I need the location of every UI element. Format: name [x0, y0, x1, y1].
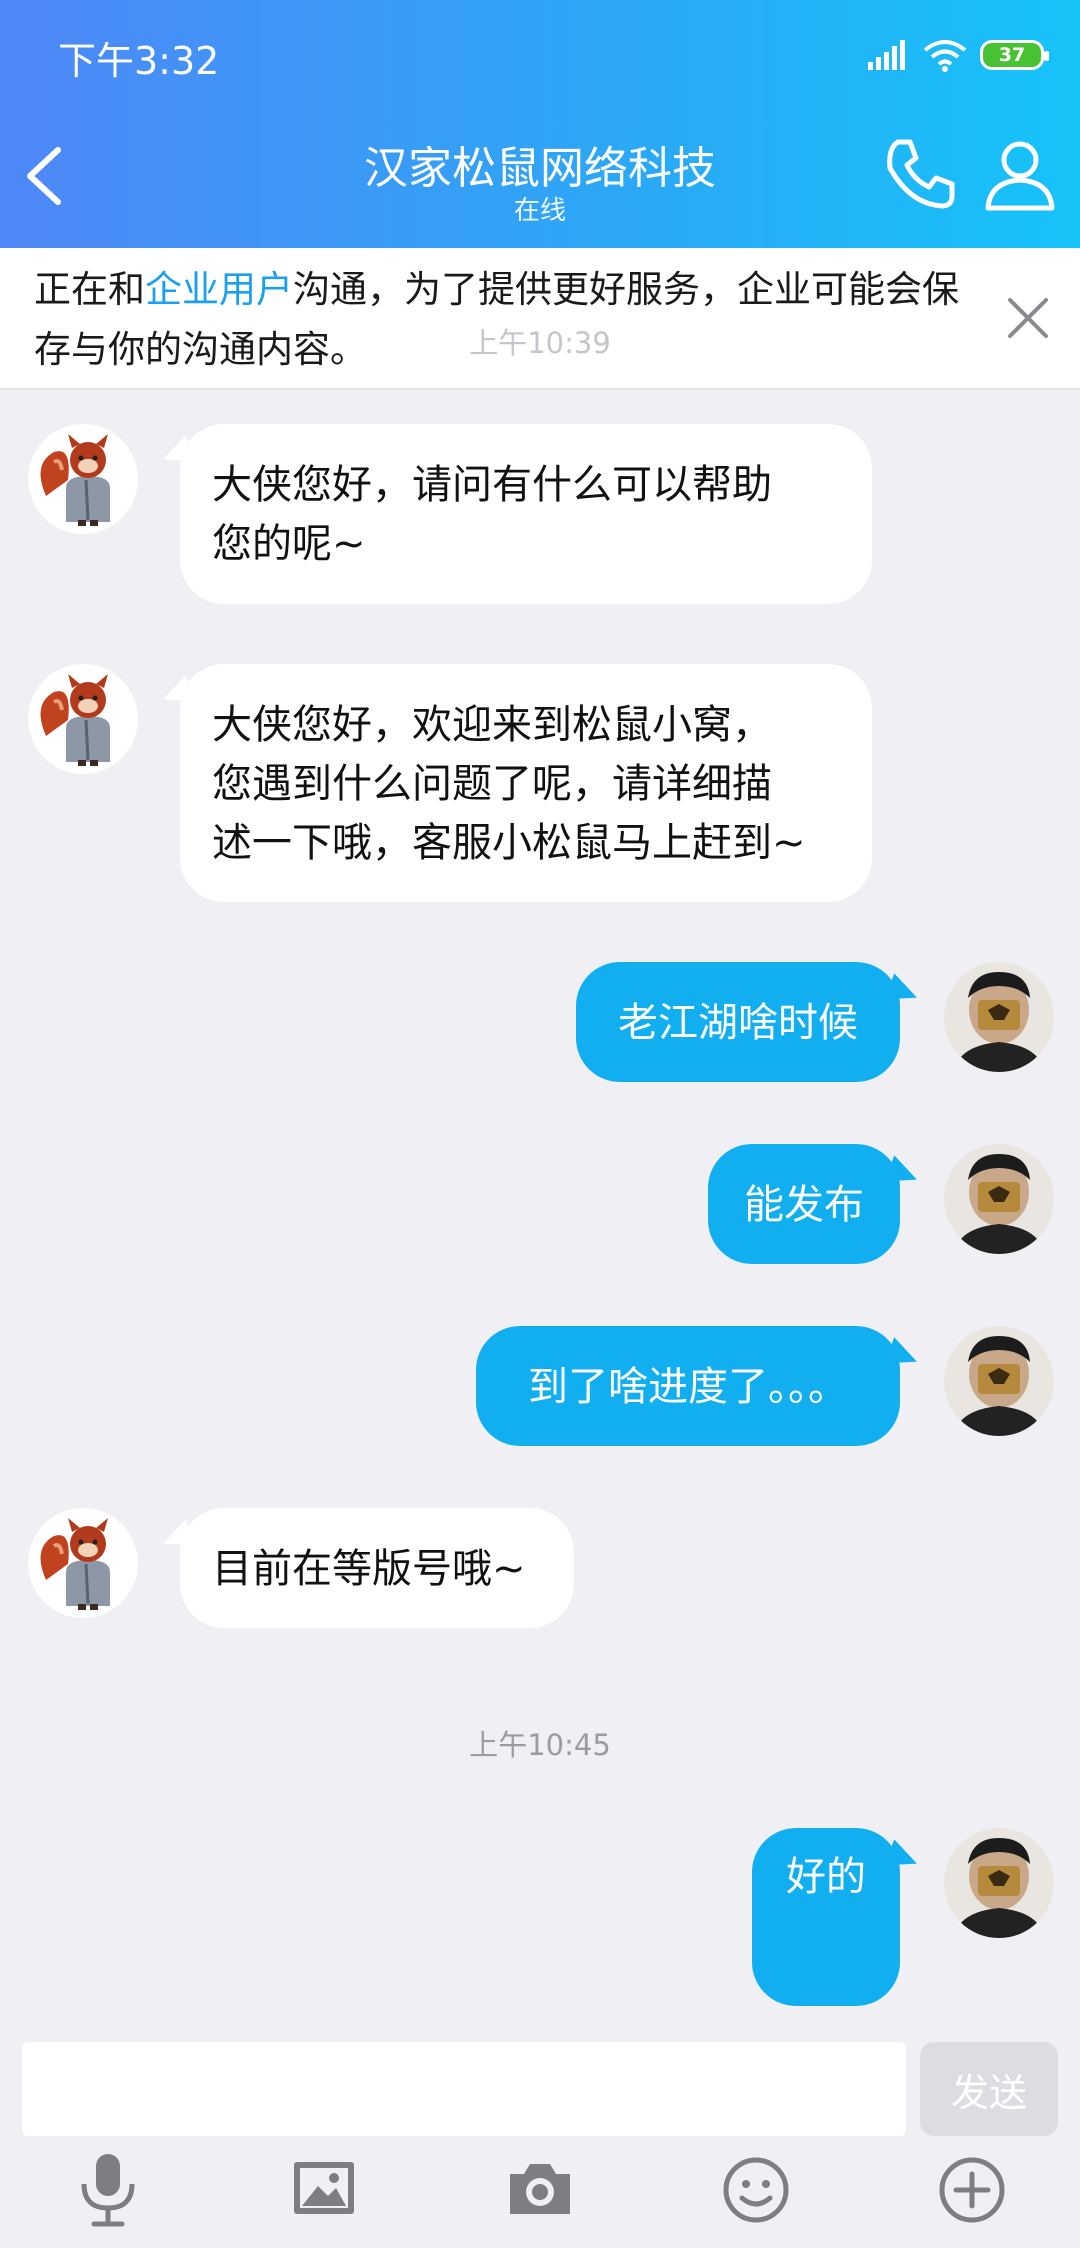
profile-icon[interactable]: [982, 136, 1058, 212]
enterprise-user-link[interactable]: 企业用户: [145, 268, 293, 311]
message-bubble-received[interactable]: 大侠您好，请问有什么可以帮助 您的呢~: [180, 424, 872, 604]
squirrel-mascot-icon: [28, 1508, 138, 1618]
user-photo-icon: [944, 1828, 1054, 1938]
status-time: 下午3:32: [58, 39, 220, 83]
message-input[interactable]: [22, 2042, 906, 2136]
send-button[interactable]: 发送: [920, 2042, 1058, 2136]
emoji-icon[interactable]: [716, 2150, 796, 2230]
user-avatar[interactable]: [944, 1326, 1054, 1436]
squirrel-avatar[interactable]: [28, 424, 138, 534]
camera-icon[interactable]: [500, 2150, 580, 2230]
user-avatar[interactable]: [944, 962, 1054, 1072]
message-bubble-sent[interactable]: 好的: [752, 1828, 900, 2006]
enterprise-notice: 正在和企业用户沟通，为了提供更好服务，企业可能会保存与你的沟通内容。: [0, 248, 1080, 390]
squirrel-mascot-icon: [28, 664, 138, 774]
message-bubble-received[interactable]: 目前在等版号哦~: [180, 1508, 574, 1628]
battery-indicator: 37: [980, 40, 1049, 70]
status-icons: 37: [868, 30, 1049, 80]
image-icon[interactable]: [284, 2150, 364, 2230]
close-icon[interactable]: [1000, 290, 1056, 346]
plus-icon[interactable]: [932, 2150, 1012, 2230]
user-avatar[interactable]: [944, 1144, 1054, 1254]
message-bubble-sent[interactable]: 老江湖啥时候: [576, 962, 900, 1082]
message-bubble-sent[interactable]: 到了啥进度了。。。: [476, 1326, 900, 1446]
signal-icon: [868, 40, 905, 70]
user-avatar[interactable]: [944, 1828, 1054, 1938]
user-photo-icon: [944, 1144, 1054, 1254]
phone-icon[interactable]: [880, 134, 960, 214]
squirrel-avatar[interactable]: [28, 1508, 138, 1618]
user-photo-icon: [944, 1326, 1054, 1436]
microphone-icon[interactable]: [68, 2150, 148, 2230]
notice-text-before: 正在和: [34, 268, 145, 311]
message-bubble-received[interactable]: 大侠您好，欢迎来到松鼠小窝， 您遇到什么问题了呢，请详细描 述一下哦，客服小松鼠…: [180, 664, 872, 902]
squirrel-avatar[interactable]: [28, 664, 138, 774]
wifi-icon: [923, 40, 967, 72]
user-photo-icon: [944, 962, 1054, 1072]
faded-timestamp: 上午10:39: [469, 326, 611, 360]
message-timestamp: 上午10:45: [469, 1728, 611, 1762]
message-bubble-sent[interactable]: 能发布: [708, 1144, 900, 1264]
squirrel-mascot-icon: [28, 424, 138, 534]
chat-header: 下午3:32 37 汉家松鼠网络科技 在线: [0, 0, 1080, 248]
